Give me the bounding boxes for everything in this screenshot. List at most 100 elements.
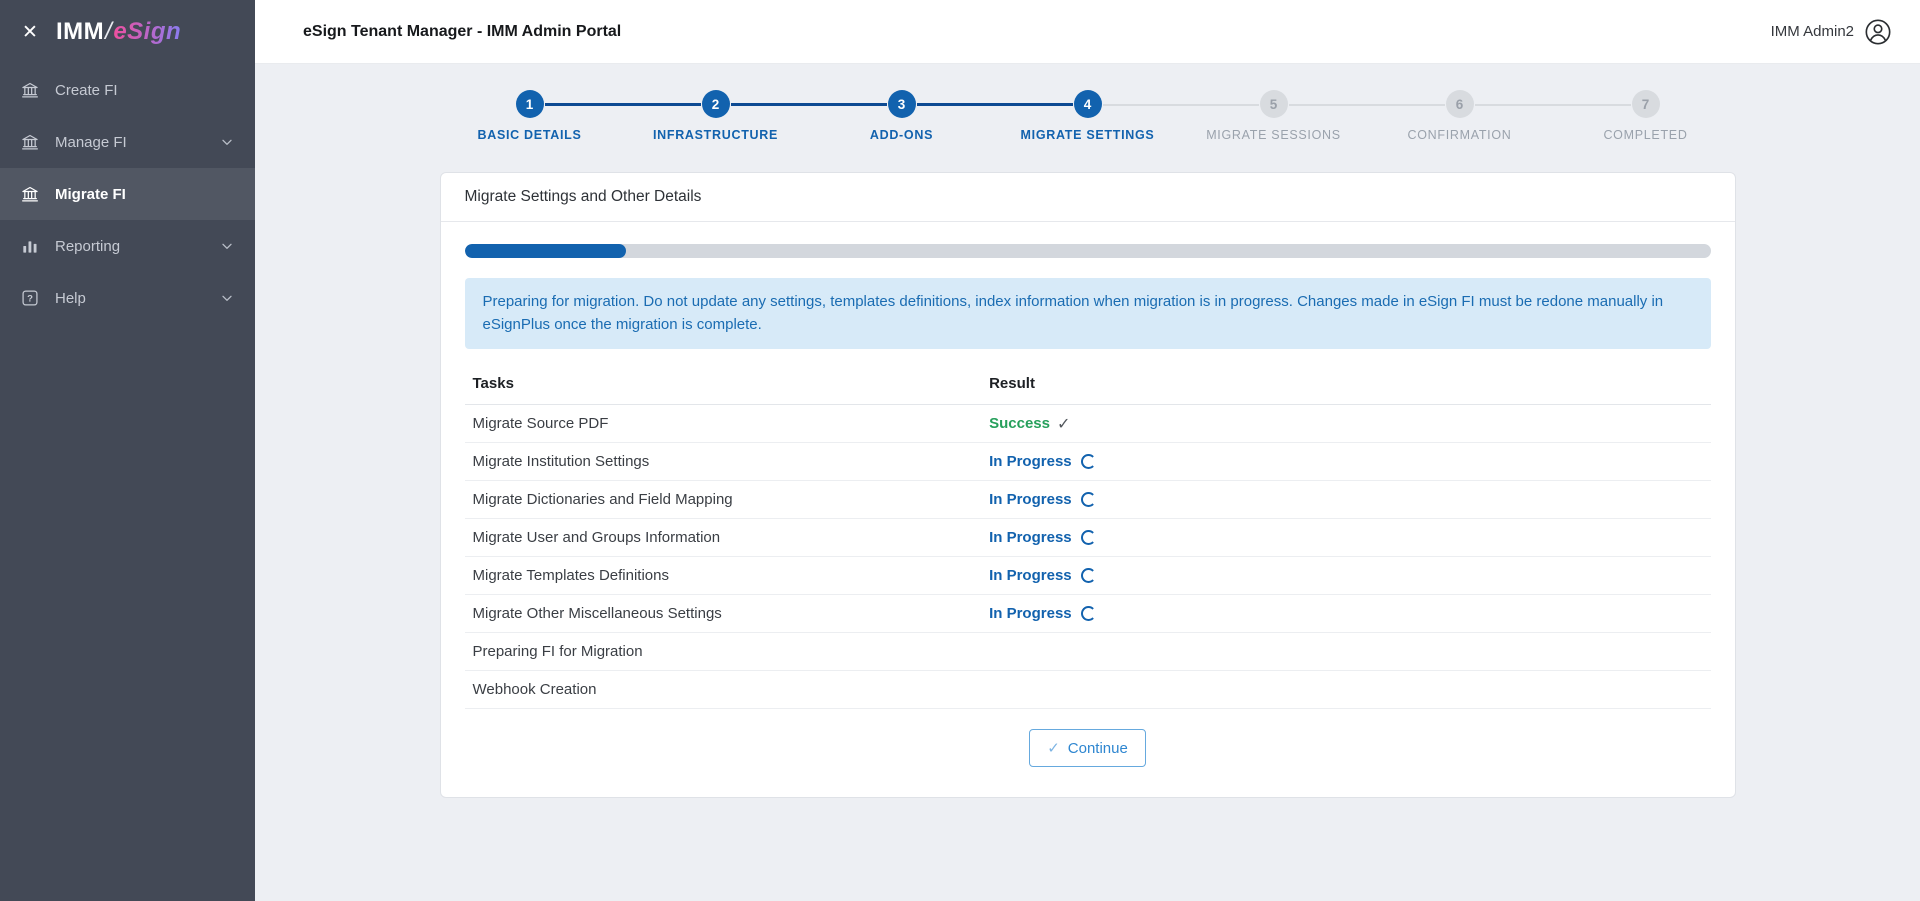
- stepper-step: 2 INFRASTRUCTURE: [623, 90, 809, 142]
- sidebar-item-create-fi[interactable]: Create FI: [0, 64, 255, 116]
- user-menu[interactable]: IMM Admin2: [1771, 18, 1892, 46]
- tasks-table-header: Tasks Result: [465, 363, 1711, 405]
- stepper-connector: [1475, 104, 1631, 106]
- stepper-step-label: INFRASTRUCTURE: [653, 128, 778, 142]
- user-icon: [1864, 18, 1892, 46]
- chevron-down-icon: [219, 290, 235, 306]
- topbar: eSign Tenant Manager - IMM Admin Portal …: [255, 0, 1920, 64]
- chart-icon: [20, 236, 40, 256]
- result-text: In Progress: [989, 529, 1072, 546]
- stepper-connector: [917, 103, 1073, 106]
- table-row: Migrate User and Groups Information In P…: [465, 519, 1711, 557]
- task-result: Success ✓: [989, 414, 1702, 434]
- bank-icon: [20, 132, 40, 152]
- chevron-down-icon: [219, 134, 235, 150]
- stepper-connector: [1103, 104, 1259, 106]
- migrate-settings-card: Migrate Settings and Other Details Prepa…: [440, 172, 1736, 798]
- progress-fill: [465, 244, 627, 258]
- task-name: Webhook Creation: [473, 681, 990, 698]
- migration-alert: Preparing for migration. Do not update a…: [465, 278, 1711, 349]
- stepper-step-label: COMPLETED: [1603, 128, 1687, 142]
- task-result: In Progress: [989, 605, 1702, 622]
- table-row: Migrate Dictionaries and Field Mapping I…: [465, 481, 1711, 519]
- stepper-step-number: 4: [1074, 90, 1102, 118]
- button-row: ✓ Continue: [465, 709, 1711, 773]
- table-row: Migrate Templates Definitions In Progres…: [465, 557, 1711, 595]
- sidebar-item-label: Migrate FI: [55, 186, 235, 203]
- sidebar-item-label: Help: [55, 290, 204, 307]
- sidebar-item-help[interactable]: ? Help: [0, 272, 255, 324]
- svg-text:?: ?: [27, 294, 33, 305]
- logo-bar: ✕ IMM/eSign: [0, 0, 255, 64]
- logo-slash: /: [104, 18, 113, 45]
- page-title: eSign Tenant Manager - IMM Admin Portal: [303, 23, 621, 41]
- help-icon: ?: [20, 288, 40, 308]
- task-name: Migrate Dictionaries and Field Mapping: [473, 491, 990, 508]
- continue-button[interactable]: ✓ Continue: [1029, 729, 1146, 767]
- stepper-connector: [731, 103, 887, 106]
- sidebar: ✕ IMM/eSign Create FI Manage FI Migrate …: [0, 0, 255, 901]
- stepper: 1 BASIC DETAILS 2 INFRASTRUCTURE 3 ADD-O…: [255, 90, 1920, 142]
- stepper-connector: [1289, 104, 1445, 106]
- task-name: Migrate Other Miscellaneous Settings: [473, 605, 990, 622]
- stepper-step: 1 BASIC DETAILS: [437, 90, 623, 142]
- spinner-icon: [1081, 606, 1096, 621]
- task-name: Migrate User and Groups Information: [473, 529, 990, 546]
- stepper-step-number: 1: [516, 90, 544, 118]
- table-row: Migrate Other Miscellaneous Settings In …: [465, 595, 1711, 633]
- stepper-step-label: MIGRATE SETTINGS: [1021, 128, 1155, 142]
- table-row: Preparing FI for Migration: [465, 633, 1711, 671]
- sidebar-item-label: Reporting: [55, 238, 204, 255]
- result-text: Success: [989, 415, 1050, 432]
- task-result: In Progress: [989, 491, 1702, 508]
- stepper-step: 3 ADD-ONS: [809, 90, 995, 142]
- content: 1 BASIC DETAILS 2 INFRASTRUCTURE 3 ADD-O…: [255, 64, 1920, 798]
- spinner-icon: [1081, 568, 1096, 583]
- sidebar-item-label: Manage FI: [55, 134, 204, 151]
- progress-bar: [465, 244, 1711, 258]
- chevron-down-icon: [219, 238, 235, 254]
- check-icon: ✓: [1047, 739, 1060, 757]
- table-row: Migrate Source PDF Success✓: [465, 405, 1711, 443]
- close-icon[interactable]: ✕: [20, 23, 40, 42]
- task-result: In Progress: [989, 453, 1702, 470]
- result-text: In Progress: [989, 605, 1072, 622]
- check-icon: ✓: [1057, 414, 1070, 434]
- stepper-step-label: BASIC DETAILS: [477, 128, 581, 142]
- stepper-step: 7 COMPLETED: [1553, 90, 1739, 142]
- stepper-step: 6 CONFIRMATION: [1367, 90, 1553, 142]
- stepper-step: 5 MIGRATE SESSIONS: [1181, 90, 1367, 142]
- continue-button-label: Continue: [1068, 740, 1128, 757]
- result-text: In Progress: [989, 491, 1072, 508]
- logo-imm: IMM: [56, 18, 104, 45]
- stepper-step: 4 MIGRATE SETTINGS: [995, 90, 1181, 142]
- task-name: Migrate Institution Settings: [473, 453, 990, 470]
- task-name: Preparing FI for Migration: [473, 643, 990, 660]
- result-text: In Progress: [989, 567, 1072, 584]
- table-row: Webhook Creation: [465, 671, 1711, 709]
- table-row: Migrate Institution Settings In Progress: [465, 443, 1711, 481]
- spinner-icon: [1081, 530, 1096, 545]
- result-text: In Progress: [989, 453, 1072, 470]
- main-area: eSign Tenant Manager - IMM Admin Portal …: [255, 0, 1920, 901]
- stepper-connector: [545, 103, 701, 106]
- stepper-step-number: 5: [1260, 90, 1288, 118]
- sidebar-nav: Create FI Manage FI Migrate FI Reporting…: [0, 64, 255, 324]
- spinner-icon: [1081, 492, 1096, 507]
- user-name: IMM Admin2: [1771, 23, 1854, 40]
- sidebar-item-reporting[interactable]: Reporting: [0, 220, 255, 272]
- stepper-step-number: 2: [702, 90, 730, 118]
- task-name: Migrate Templates Definitions: [473, 567, 990, 584]
- stepper-step-label: CONFIRMATION: [1408, 128, 1512, 142]
- header-result: Result: [989, 375, 1702, 392]
- task-result: In Progress: [989, 567, 1702, 584]
- sidebar-item-migrate-fi[interactable]: Migrate FI: [0, 168, 255, 220]
- bank-icon: [20, 184, 40, 204]
- app-logo: IMM/eSign: [56, 18, 181, 46]
- tasks-table-body: Migrate Source PDF Success✓ Migrate Inst…: [465, 405, 1711, 709]
- task-result: In Progress: [989, 529, 1702, 546]
- stepper-step-label: ADD-ONS: [870, 128, 933, 142]
- sidebar-item-manage-fi[interactable]: Manage FI: [0, 116, 255, 168]
- tasks-table: Tasks Result Migrate Source PDF Success✓…: [465, 363, 1711, 709]
- spinner-icon: [1081, 454, 1096, 469]
